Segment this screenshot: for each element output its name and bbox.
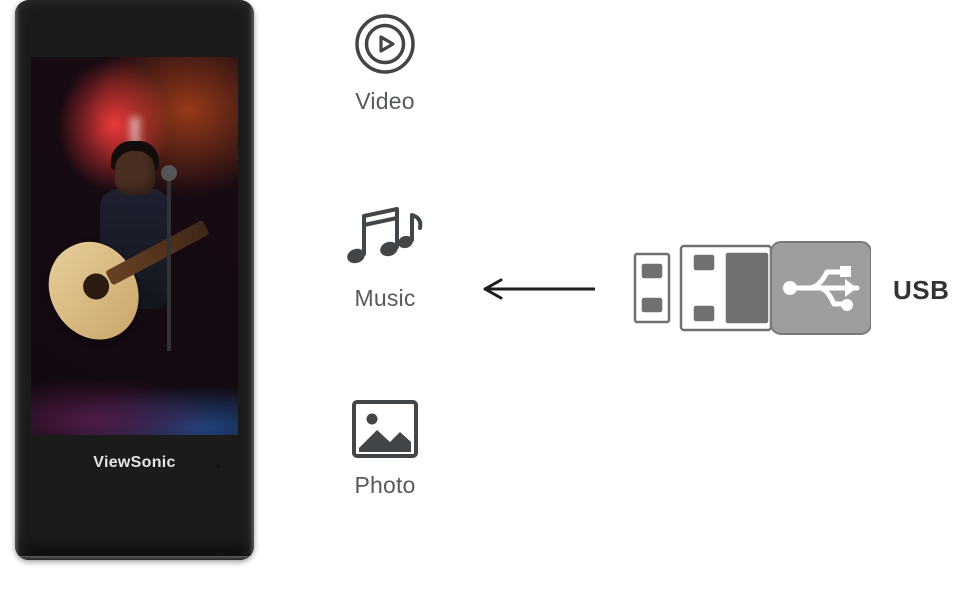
arrow-left-icon — [475, 274, 603, 304]
media-item-music: Music — [342, 201, 428, 312]
kiosk-body: ViewSonic — [15, 0, 254, 560]
usb-source: USB — [633, 240, 949, 341]
media-item-video: Video — [353, 12, 417, 115]
media-label-photo: Photo — [354, 472, 415, 499]
kiosk-screen — [31, 57, 238, 435]
digital-signage-kiosk: ViewSonic — [15, 0, 254, 560]
kiosk-base — [15, 556, 254, 560]
usb-label: USB — [893, 275, 949, 306]
image-icon — [350, 398, 420, 460]
media-label-video: Video — [355, 88, 414, 115]
media-label-music: Music — [354, 285, 415, 312]
kiosk-brand-label: ViewSonic — [15, 454, 254, 472]
kiosk-ir-sensor — [216, 464, 220, 468]
media-types-column: Video Music Photo — [310, 12, 460, 499]
usb-drive-icon — [633, 240, 871, 341]
media-item-photo: Photo — [350, 398, 420, 499]
play-circle-icon — [353, 12, 417, 76]
music-notes-icon — [342, 201, 428, 273]
